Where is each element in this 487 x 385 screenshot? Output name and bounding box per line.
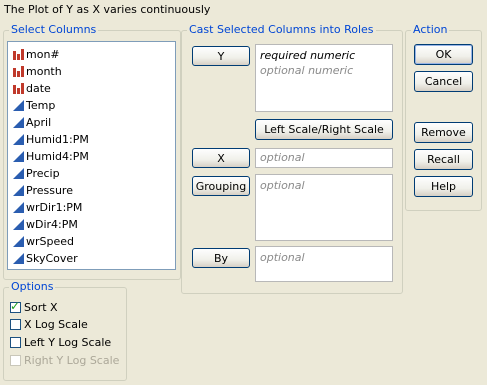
sort-x-checkbox[interactable]: ✓ — [10, 299, 21, 313]
column-list-item[interactable]: Humid4:PM — [13, 148, 89, 165]
column-list-item-label: Pressure — [26, 184, 73, 197]
column-list-item[interactable]: wrSpeed — [13, 233, 74, 250]
column-list-item-label: SkyCover — [26, 252, 78, 265]
column-list-item[interactable]: Humid1:PM — [13, 131, 89, 148]
y-role-button-label: Y — [217, 49, 225, 63]
roles-label: Cast Selected Columns into Roles — [187, 23, 376, 37]
checkmark-icon: ✓ — [10, 299, 21, 313]
column-list-item-label: wrSpeed — [26, 235, 75, 248]
help-button[interactable]: Help — [414, 176, 473, 197]
nominal-bars-icon — [13, 83, 24, 94]
continuous-triangle-icon — [13, 117, 24, 128]
left-right-scale-label: Left Scale/Right Scale — [264, 123, 384, 136]
cancel-button-label: Cancel — [424, 75, 463, 88]
by-placeholder: optional — [260, 251, 305, 264]
column-list-item[interactable]: date — [13, 80, 51, 97]
continuous-triangle-icon — [13, 202, 24, 213]
window-title: The Plot of Y as X varies continuously — [4, 3, 211, 16]
column-list[interactable]: mon# month date Temp April Humid1:PM Humid4:PM… — [7, 41, 176, 270]
right-y-log-option: Right Y Log Scale — [10, 352, 119, 369]
column-list-item-label: Humid4:PM — [26, 150, 89, 163]
column-list-item[interactable]: SkyCover — [13, 250, 78, 267]
continuous-triangle-icon — [13, 236, 24, 247]
continuous-triangle-icon — [13, 134, 24, 145]
nominal-bars-icon — [13, 66, 24, 77]
grouping-role-button[interactable]: Grouping — [192, 176, 250, 196]
left-y-log-checkbox[interactable] — [10, 337, 21, 348]
column-list-item[interactable]: Precip — [13, 165, 60, 182]
sort-x-option[interactable]: ✓ Sort X — [10, 299, 58, 316]
continuous-triangle-icon — [13, 253, 24, 264]
column-list-item-label: wDir4:PM — [26, 218, 78, 231]
x-log-option[interactable]: X Log Scale — [10, 316, 88, 333]
grouping-role-list[interactable]: optional — [255, 174, 393, 241]
y-required-text: required numeric — [260, 49, 356, 62]
right-y-log-checkbox — [10, 355, 21, 366]
column-list-item-label: wrDir1:PM — [26, 201, 83, 214]
grouping-placeholder: optional — [260, 179, 305, 192]
right-y-log-label: Right Y Log Scale — [24, 354, 120, 367]
x-placeholder: optional — [260, 151, 305, 164]
grouping-role-button-label: Grouping — [195, 179, 247, 193]
recall-button-label: Recall — [427, 153, 460, 166]
continuous-triangle-icon — [13, 168, 24, 179]
ok-button-label: OK — [435, 48, 452, 61]
continuous-triangle-icon — [13, 100, 24, 111]
ok-button[interactable]: OK — [414, 44, 473, 65]
left-y-log-option[interactable]: Left Y Log Scale — [10, 334, 111, 351]
remove-button-label: Remove — [421, 126, 466, 139]
cancel-button[interactable]: Cancel — [414, 71, 473, 92]
x-role-button-label: X — [217, 151, 225, 165]
options-label: Options — [9, 280, 56, 294]
action-label: Action — [411, 23, 450, 37]
select-columns-label: Select Columns — [9, 23, 99, 37]
column-list-item[interactable]: April — [13, 114, 51, 131]
x-role-button[interactable]: X — [192, 148, 250, 168]
y-role-list[interactable]: required numeric optional numeric — [255, 44, 393, 112]
recall-button[interactable]: Recall — [414, 149, 473, 170]
remove-button[interactable]: Remove — [414, 122, 473, 143]
sort-x-label: Sort X — [24, 301, 58, 314]
column-list-item-label: month — [26, 65, 62, 78]
left-y-log-label: Left Y Log Scale — [24, 336, 112, 349]
column-list-item[interactable]: mon# — [13, 46, 60, 63]
y-optional-text: optional numeric — [260, 64, 354, 77]
x-role-list[interactable]: optional — [255, 148, 393, 168]
x-log-label: X Log Scale — [24, 318, 88, 331]
column-list-item[interactable]: wrDir1:PM — [13, 199, 82, 216]
column-list-item-label: Precip — [26, 167, 60, 180]
continuous-triangle-icon — [13, 219, 24, 230]
column-list-item-label: date — [26, 82, 51, 95]
y-role-button[interactable]: Y — [192, 46, 250, 66]
by-role-button-label: By — [213, 251, 229, 265]
by-role-list[interactable]: optional — [255, 246, 393, 282]
continuous-triangle-icon — [13, 185, 24, 196]
column-list-item-label: Temp — [26, 99, 56, 112]
continuous-triangle-icon — [13, 151, 24, 162]
help-button-label: Help — [430, 180, 457, 193]
column-list-item[interactable]: wDir4:PM — [13, 216, 78, 233]
column-list-item-label: April — [26, 116, 52, 129]
column-list-item[interactable]: month — [13, 63, 62, 80]
column-list-item[interactable]: Pressure — [13, 182, 73, 199]
column-list-item-label: Humid1:PM — [26, 133, 89, 146]
x-log-checkbox[interactable] — [10, 319, 21, 330]
left-right-scale-button[interactable]: Left Scale/Right Scale — [255, 119, 393, 140]
nominal-bars-icon — [13, 49, 24, 60]
by-role-button[interactable]: By — [192, 248, 250, 268]
column-list-item-label: mon# — [26, 48, 60, 61]
column-list-item[interactable]: Temp — [13, 97, 55, 114]
